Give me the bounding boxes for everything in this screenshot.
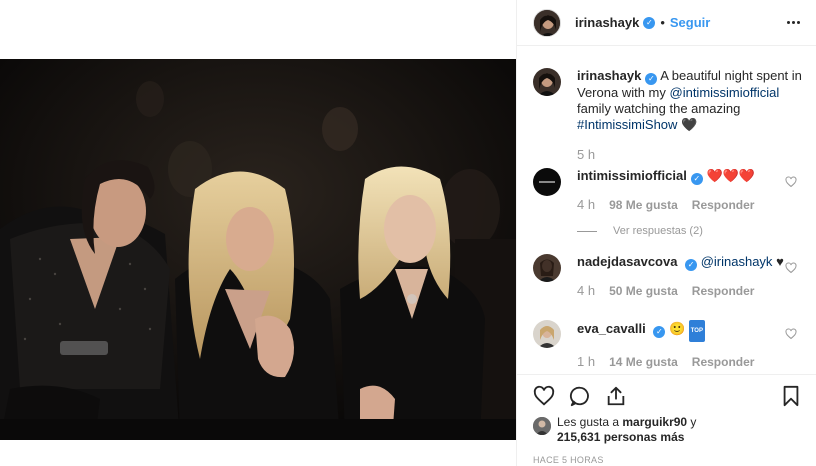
top-badge-icon: TOP: [688, 320, 705, 342]
replies-line: [577, 230, 597, 232]
likes-prefix: Les gusta a: [557, 415, 623, 429]
comment-item: nadejdasavcova ✓ @irinashayk ♥ 4 h 50 Me…: [533, 254, 803, 304]
avatar-image: [533, 168, 561, 196]
comment-avatar[interactable]: [533, 168, 561, 196]
verified-badge-icon: ✓: [653, 326, 666, 338]
avatar-image: [533, 417, 551, 435]
separator-dot: •: [660, 15, 665, 30]
comment-likes[interactable]: 98 Me gusta: [609, 197, 678, 213]
share-icon[interactable]: [605, 385, 627, 407]
action-icons: [533, 385, 803, 411]
verified-badge-icon: ✓: [643, 16, 656, 29]
caption-avatar[interactable]: [533, 68, 561, 96]
post-actions: Les gusta a marguikr90 y 215,631 persona…: [517, 374, 816, 466]
comment-username[interactable]: eva_cavalli: [577, 321, 646, 336]
verified-badge-icon: ✓: [685, 259, 698, 271]
caption-emoji: 🖤: [681, 117, 698, 132]
author-username[interactable]: irinashayk: [575, 15, 639, 30]
reply-button[interactable]: Responder: [692, 354, 755, 370]
post-photo[interactable]: [0, 59, 516, 440]
caption-time[interactable]: 5 h: [577, 147, 595, 163]
comment-like-heart-icon[interactable]: [785, 262, 797, 274]
reply-button[interactable]: Responder: [692, 283, 755, 299]
comment-item: intimissimiofficial ✓ ❤️❤️❤️ 4 h 98 Me gu…: [533, 168, 803, 238]
reply-button[interactable]: Responder: [692, 197, 755, 213]
comment-avatar[interactable]: [533, 320, 561, 348]
comment-username[interactable]: nadejdasavcova: [577, 254, 677, 269]
likes-count[interactable]: 215,631 personas más: [557, 430, 684, 444]
post-header: irinashayk ✓ • Seguir: [517, 0, 816, 46]
comment-meta: 4 h 98 Me gusta Responder: [577, 197, 803, 213]
avatar-image: [533, 68, 561, 96]
bookmark-icon[interactable]: [781, 385, 801, 407]
caption-username[interactable]: irinashayk: [577, 68, 641, 83]
caption-mention[interactable]: @intimissimiofficial: [670, 85, 780, 100]
comment-like-heart-icon[interactable]: [785, 328, 797, 340]
comment-time[interactable]: 4 h: [577, 283, 595, 299]
comment-content: nadejdasavcova ✓ @irinashayk ♥ 4 h 50 Me…: [577, 254, 803, 299]
more-options-icon[interactable]: [787, 14, 803, 30]
comment-time[interactable]: 4 h: [577, 197, 595, 213]
view-replies-label: Ver respuestas (2): [613, 225, 703, 237]
comment-username[interactable]: intimissimiofficial: [577, 168, 687, 183]
comment-mention[interactable]: @irinashayk: [701, 254, 773, 269]
verified-badge-icon: ✓: [690, 173, 703, 185]
post-timestamp[interactable]: HACE 5 HORAS: [533, 455, 604, 465]
comment-text: ❤️❤️❤️: [706, 168, 755, 183]
comment-meta: 1 h 14 Me gusta Responder: [577, 354, 803, 370]
comment-content: eva_cavalli ✓ 🙂 TOP 1 h 14 Me gusta Resp…: [577, 320, 803, 370]
heart-outline-icon[interactable]: [533, 385, 555, 407]
likes-text: Les gusta a marguikr90 y 215,631 persona…: [557, 415, 696, 445]
caption-text: irinashayk ✓ A beautiful night spent in V…: [577, 68, 803, 163]
caption-hashtag[interactable]: #IntimissimiShow: [577, 117, 677, 132]
comment-item: eva_cavalli ✓ 🙂 TOP 1 h 14 Me gusta Resp…: [533, 320, 803, 370]
avatar-image: [534, 9, 560, 36]
author-avatar[interactable]: [533, 8, 561, 37]
photo-illustration: [0, 59, 516, 440]
liker-username[interactable]: marguikr90: [622, 415, 687, 429]
comment-time[interactable]: 1 h: [577, 354, 595, 370]
comment-content: intimissimiofficial ✓ ❤️❤️❤️ 4 h 98 Me gu…: [577, 168, 803, 239]
avatar-image: [533, 254, 561, 282]
verified-badge-icon: ✓: [645, 73, 658, 85]
follow-button[interactable]: Seguir: [670, 15, 710, 30]
avatar-image: [533, 320, 561, 348]
caption-row: irinashayk ✓ A beautiful night spent in V…: [533, 68, 803, 162]
view-replies-button[interactable]: Ver respuestas (2): [577, 223, 803, 239]
liker-avatar[interactable]: [533, 417, 551, 435]
comment-meta: 4 h 50 Me gusta Responder: [577, 283, 803, 299]
comment-like-heart-icon[interactable]: [785, 176, 797, 188]
comment-likes[interactable]: 50 Me gusta: [609, 283, 678, 299]
comment-avatar[interactable]: [533, 254, 561, 282]
post-sidebar: irinashayk ✓ • Seguir irinashayk ✓ A beau…: [516, 0, 816, 466]
comment-bubble-icon[interactable]: [569, 385, 591, 407]
caption-mid: family watching the amazing: [577, 101, 741, 116]
comment-text: ♥: [776, 254, 784, 269]
comment-text: 🙂: [668, 321, 686, 336]
likes-summary: Les gusta a marguikr90 y 215,631 persona…: [533, 415, 696, 445]
comment-likes[interactable]: 14 Me gusta: [609, 354, 678, 370]
likes-mid: y: [687, 415, 697, 429]
caption-meta: 5 h: [577, 147, 803, 163]
